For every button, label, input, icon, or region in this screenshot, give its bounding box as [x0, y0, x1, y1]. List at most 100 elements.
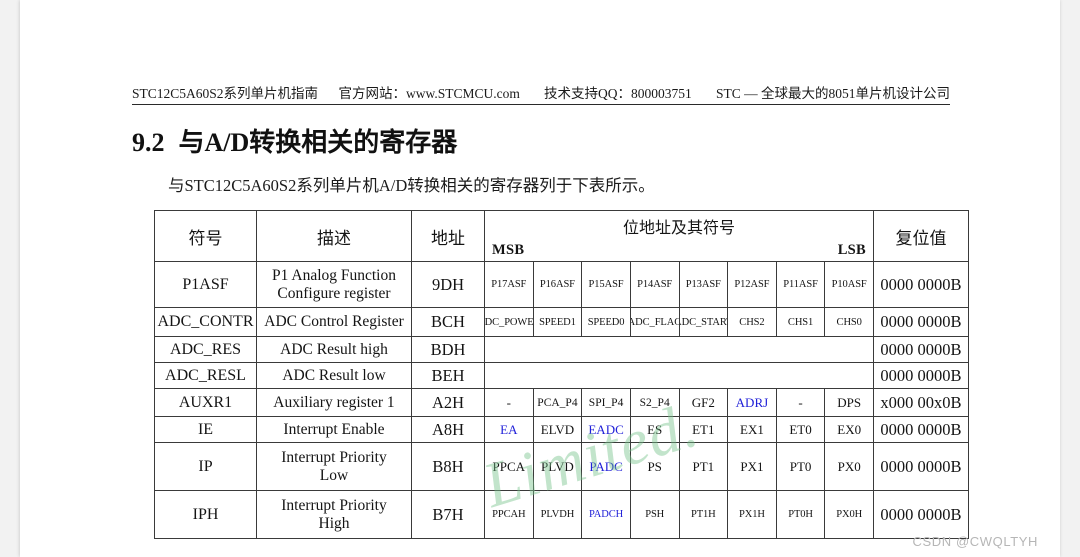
table-row: ADC_RESL ADC Result low BEH 0000 0000B [154, 362, 969, 389]
cell-reset-value: 0000 0000B [873, 307, 969, 337]
header-symbol: 符号 [154, 210, 257, 262]
bit-field: EX1 [727, 417, 776, 442]
cell-symbol: ADC_RESL [154, 362, 257, 389]
bit-field: EADC [581, 417, 630, 442]
table-row: IE Interrupt Enable A8H EA ELVD EADC ES ET1 EX1 E… [154, 416, 969, 443]
table-row: IPH Interrupt Priority High B7H PPCAH PLVDH PA… [154, 490, 969, 539]
bit-field: PT0H [775, 491, 825, 538]
bit-field: ADC_FLAG [629, 308, 679, 336]
table-row: ADC_RES ADC Result high BDH 0000 0000B [154, 336, 969, 363]
header-bit-address-title: 位地址及其符号 [622, 220, 735, 237]
cell-address: BDH [411, 336, 485, 363]
cell-bit-fields: PPCA PLVD PADC PS PT1 PX1 PT0 PX0 [484, 442, 874, 491]
bit-field: SPEED1 [532, 308, 582, 336]
bit-field: ET1 [678, 417, 728, 442]
bit-field: P12ASF [727, 262, 776, 307]
cell-address: BEH [411, 362, 485, 389]
bit-field: P10ASF [824, 262, 873, 307]
cell-reset-value: 0000 0000B [873, 442, 969, 491]
cell-symbol: ADC_RES [154, 336, 257, 363]
cell-bit-fields [484, 362, 874, 389]
table-header: 符号 描述 地址 位地址及其符号 MSB LSB 复位值 [154, 210, 969, 262]
cell-description-line: Interrupt Priority [281, 497, 387, 514]
cell-bit-fields: P17ASF P16ASF P15ASF P14ASF P13ASF P12ASF P11A… [484, 261, 874, 308]
header-company: STC — 全球最大的8051单片机设计公司 [715, 86, 950, 101]
table-body: P1ASF P1 Analog Function Configure registe… [154, 261, 969, 539]
bit-field: PPCAH [492, 509, 526, 520]
cell-description: P1 Analog Function Configure register [256, 261, 412, 308]
cell-description: ADC Result low [256, 362, 412, 389]
cell-address: BCH [411, 307, 485, 337]
cell-description-line: Interrupt Priority [281, 449, 387, 466]
bit-field: CHS0 [824, 308, 873, 336]
cell-symbol: P1ASF [154, 261, 257, 308]
bit-field: PSH [629, 491, 679, 538]
cell-bit-fields: ADC_POWERSPEED1SPEED0ADC_FLAGADC_STARTCH… [484, 307, 874, 337]
intro-paragraph: 与STC12C5A60S2系列单片机A/D转换相关的寄存器列于下表所示。 [168, 176, 655, 195]
bit-field: P17ASF [491, 279, 527, 290]
cell-description-line: Low [319, 466, 349, 484]
section-title-text: 与A/D转换相关的寄存器 [178, 128, 458, 157]
cell-address: A2H [411, 388, 485, 417]
bit-field: PX0H [824, 491, 873, 538]
cell-symbol: ADC_CONTR [154, 307, 257, 337]
bit-field: DPS [824, 389, 873, 416]
cell-reset-value: 0000 0000B [873, 261, 969, 308]
bit-field: GF2 [678, 389, 728, 416]
table-row: P1ASF P1 Analog Function Configure registe… [154, 261, 969, 308]
bit-field: PLVDH [532, 491, 582, 538]
header-description: 描述 [256, 210, 412, 262]
header-manual-name: STC12C5A60S2系列单片机指南 [132, 86, 319, 101]
cell-description-line: Configure register [277, 284, 391, 302]
bit-field: ELVD [532, 417, 582, 442]
bit-field-strip: PPCAH PLVDH PADCH PSH PT1H PX1H PT0H PX0H [485, 491, 873, 538]
bit-field: PS [629, 443, 679, 490]
bit-field: - [506, 394, 511, 410]
bit-field: PPCA [492, 458, 526, 474]
cell-reset-value: x000 00x0B [873, 388, 969, 417]
bit-field: PADC [581, 443, 630, 490]
bit-field-strip: EA ELVD EADC ES ET1 EX1 ET0 EX0 [485, 417, 873, 442]
bit-field: P11ASF [775, 262, 825, 307]
cell-symbol: IPH [154, 490, 257, 539]
running-header: STC12C5A60S2系列单片机指南 官方网站：www.STCMCU.com … [132, 82, 950, 105]
section-heading: 9.2 与A/D转换相关的寄存器 [132, 122, 457, 159]
cell-symbol: IP [154, 442, 257, 491]
bit-field: PT0 [775, 443, 825, 490]
cell-description-line: P1 Analog Function [271, 267, 396, 284]
header-bit-address: 位地址及其符号 MSB LSB [484, 210, 874, 262]
watermark-csdn-credit: CSDN @CWQLTYH [912, 534, 1038, 549]
cell-description: Interrupt Enable [256, 416, 412, 443]
cell-description: ADC Result high [256, 336, 412, 363]
bit-field: SPEED0 [581, 308, 630, 336]
cell-description-line: High [318, 514, 350, 532]
cell-reset-value: 0000 0000B [873, 336, 969, 363]
bit-field: P16ASF [532, 262, 582, 307]
bit-field: PX1H [727, 491, 776, 538]
cell-description: Interrupt Priority High [256, 490, 412, 539]
header-reset-value: 复位值 [873, 210, 969, 262]
bit-field: - [775, 389, 825, 416]
cell-reset-value: 0000 0000B [873, 490, 969, 539]
header-address: 地址 [411, 210, 485, 262]
bit-field: PT1 [678, 443, 728, 490]
bit-field: ET0 [775, 417, 825, 442]
register-table: 符号 描述 地址 位地址及其符号 MSB LSB 复位值 P1ASF P1 Ana… [154, 210, 969, 539]
header-website: 官方网站：www.STCMCU.com [338, 86, 520, 101]
bit-field: ADC_START [678, 308, 727, 336]
bit-field: PX1 [727, 443, 776, 490]
cell-bit-fields: EA ELVD EADC ES ET1 EX1 ET0 EX0 [484, 416, 874, 443]
cell-address: A8H [411, 416, 485, 443]
header-support-qq: 技术支持QQ：800003751 [544, 86, 692, 101]
cell-description: Interrupt Priority Low [256, 442, 412, 491]
table-row: IP Interrupt Priority Low B8H PPCA PLVD PADC PS… [154, 442, 969, 491]
cell-address: B8H [411, 442, 485, 491]
bit-field-strip: PPCA PLVD PADC PS PT1 PX1 PT0 PX0 [485, 443, 873, 490]
bit-field: PX0 [824, 443, 873, 490]
bit-field: EX0 [824, 417, 873, 442]
cell-symbol: AUXR1 [154, 388, 257, 417]
cell-address: 9DH [411, 261, 485, 308]
cell-description: ADC Control Register [256, 307, 412, 337]
cell-bit-fields: PPCAH PLVDH PADCH PSH PT1H PX1H PT0H PX0H [484, 490, 874, 539]
table-row: AUXR1 Auxiliary register 1 A2H - PCA_P4 SPI_P… [154, 388, 969, 417]
